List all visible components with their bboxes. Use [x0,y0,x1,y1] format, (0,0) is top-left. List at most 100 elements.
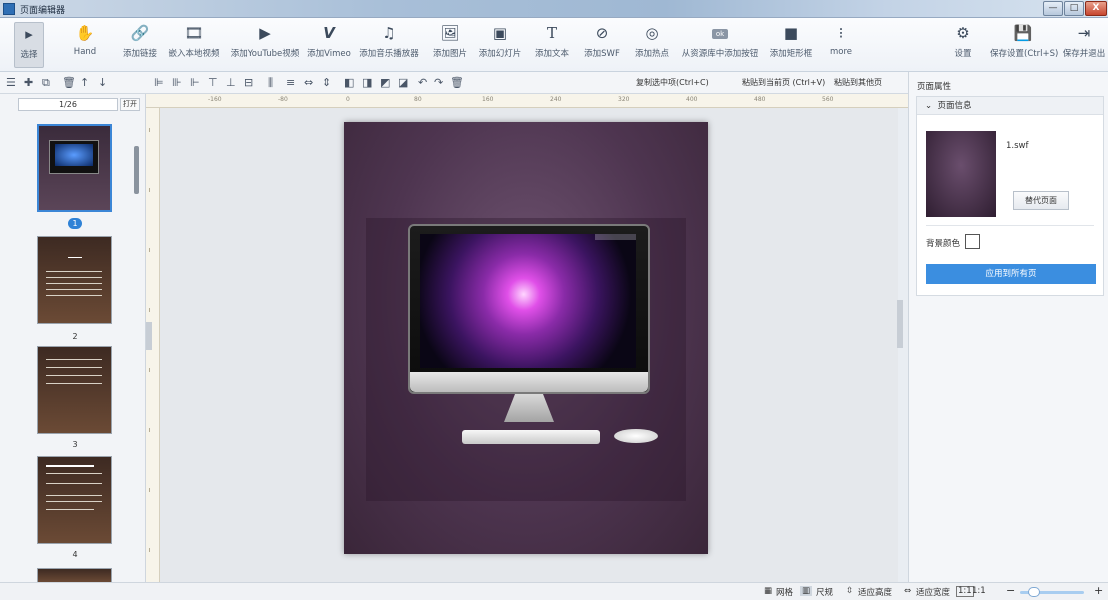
vimeo-icon: V [323,24,335,42]
add-swf-button[interactable]: ⊘ 添加SWF [580,22,624,68]
send-back-icon[interactable]: ◪ [398,76,408,90]
add-vimeo-button[interactable]: V 添加Vimeo [306,22,352,68]
page-thumbnail-2[interactable] [37,236,112,324]
minimize-button[interactable]: — [1043,1,1063,16]
add-rectangle-button[interactable]: ■ 添加矩形框 [766,22,816,68]
fit-height-icon[interactable]: ⇳ [846,586,853,596]
delete-page-icon[interactable]: 🗑 [62,76,76,90]
hand-tool-button[interactable]: ✋ Hand [68,22,102,68]
distribute-h-icon[interactable]: ⫼ [268,76,273,90]
distribute-v-icon[interactable]: ≡ [286,76,295,90]
ok-button-icon: ok [711,28,729,39]
bring-forward-icon[interactable]: ◨ [362,76,372,90]
background-color-swatch[interactable] [965,234,980,249]
background-file-name: 1.swf [1006,141,1029,151]
move-up-icon[interactable]: ↑ [80,76,89,90]
status-bar: ▦ 网格 ▥ 尺规 ⇳ 适应高度 ⇔ 适应宽度 1:1 1:1 − + [0,582,1108,600]
page-thumbnail-5[interactable] [37,568,112,582]
page-thumbnail-3[interactable] [37,346,112,434]
save-and-exit-button[interactable]: ⇥ 保存并退出 [1062,22,1106,68]
add-youtube-button[interactable]: ▶ 添加YouTube视频 [226,22,304,68]
align-right-icon[interactable]: ⊩ [190,76,200,90]
main-toolbar: ▸ 选择 ✋ Hand 🔗 添加链接 🎞 嵌入本地视频 ▶ 添加YouTube视… [0,18,1108,72]
youtube-icon: ▶ [259,24,271,42]
hotspot-icon: ◎ [645,24,659,42]
add-link-button[interactable]: 🔗 添加链接 [116,22,164,68]
save-settings-button[interactable]: 💾 保存设置(Ctrl+S) [990,22,1058,68]
grid-icon[interactable]: ▦ [764,586,772,596]
paste-current-page-button[interactable]: 粘贴到当前页 (Ctrl+V) [742,77,825,88]
app-icon [3,3,15,15]
actual-size-button[interactable]: 1:1 [972,586,986,596]
add-image-button[interactable]: 🖼 添加图片 [428,22,472,68]
ruler-toggle[interactable]: 尺规 [816,586,833,598]
fit-width-button[interactable]: 适应宽度 [916,586,950,598]
settings-button[interactable]: ⚙ 设置 [946,22,980,68]
add-button-from-library-button[interactable]: ok 从资源库中添加按钮 [678,22,762,68]
delete-icon[interactable]: 🗑 [450,76,464,90]
page-number-4: 4 [72,550,78,559]
collapse-right-panel-handle[interactable] [897,300,903,348]
image-icon: 🖼 [440,24,460,42]
align-bottom-icon[interactable]: ⊟ [244,76,253,90]
grid-toggle[interactable]: 网格 [776,586,793,598]
align-top-icon[interactable]: ⊤ [208,76,218,90]
paste-other-pages-button[interactable]: 粘贴到其他页 [834,77,882,88]
chevron-down-icon: ⌄ [925,101,933,111]
page-background-thumbnail [926,131,996,217]
page-thumbnail-4[interactable] [37,456,112,544]
rectangle-icon: ■ [783,24,799,42]
page-number-2: 2 [72,332,78,341]
background-color-label: 背景颜色 [926,239,961,249]
align-left-icon[interactable]: ⊫ [154,76,164,90]
properties-panel: 页面属性 ⌄ 页面信息 1.swf 替代页面 背景颜色 应用到所有页 [908,72,1108,582]
select-tool-button[interactable]: ▸ 选择 [14,22,44,68]
thumbnails-scrollbar[interactable] [134,146,139,194]
copy-selection-button[interactable]: 复制选中项(Ctrl+C) [636,77,709,88]
more-button[interactable]: ⁝ more [826,22,856,68]
add-music-player-button[interactable]: ♫ 添加音乐播放器 [356,22,422,68]
replace-page-button[interactable]: 替代页面 [1013,191,1069,210]
redo-icon[interactable]: ↷ [434,76,443,90]
page-indicator[interactable]: 1/26 [18,98,118,111]
open-page-button[interactable]: 打开 [120,98,140,111]
slideshow-icon: ▣ [492,24,508,42]
page-thumbnail-1[interactable] [37,124,112,212]
page-info-header[interactable]: ⌄ 页面信息 [917,97,1103,115]
text-icon: T [546,24,557,42]
collapse-left-panel-handle[interactable] [146,322,152,350]
music-note-icon: ♫ [382,24,396,42]
gear-icon: ⚙ [956,24,970,42]
list-icon[interactable]: ☰ [6,76,16,90]
apply-to-all-pages-button[interactable]: 应用到所有页 [926,264,1096,284]
zoom-slider-handle[interactable] [1028,587,1040,597]
add-text-button[interactable]: T 添加文本 [530,22,574,68]
close-button[interactable]: X [1085,1,1107,16]
page-info-section: ⌄ 页面信息 1.swf 替代页面 背景颜色 应用到所有页 [916,96,1104,296]
add-hotspot-button[interactable]: ◎ 添加热点 [630,22,674,68]
fit-height-button[interactable]: 适应高度 [858,586,892,598]
add-slideshow-button[interactable]: ▣ 添加幻灯片 [476,22,524,68]
fit-width-icon[interactable]: ⇔ [904,586,911,596]
move-down-icon[interactable]: ↓ [98,76,107,90]
page-preview[interactable] [344,122,708,554]
zoom-in-button[interactable]: + [1094,584,1103,597]
title-bar: 页面编辑器 — □ X [0,0,1108,18]
undo-icon[interactable]: ↶ [418,76,427,90]
send-backward-icon[interactable]: ◩ [380,76,390,90]
ruler-icon[interactable]: ▥ [800,586,813,596]
zoom-out-button[interactable]: − [1006,584,1015,597]
insert-page-icon[interactable]: ⧉ [42,76,50,90]
hand-icon: ✋ [75,24,95,42]
same-width-icon[interactable]: ⇔ [304,76,313,90]
embed-local-video-button[interactable]: 🎞 嵌入本地视频 [166,22,222,68]
align-middle-icon[interactable]: ⊥ [226,76,236,90]
add-page-icon[interactable]: ✚ [24,76,33,90]
film-icon: 🎞 [184,24,204,42]
same-height-icon[interactable]: ⇕ [322,76,331,90]
maximize-button[interactable]: □ [1064,1,1084,16]
bring-front-icon[interactable]: ◧ [344,76,354,90]
link-icon: 🔗 [130,24,150,42]
align-center-icon[interactable]: ⊪ [172,76,182,90]
editing-canvas[interactable] [160,108,898,582]
